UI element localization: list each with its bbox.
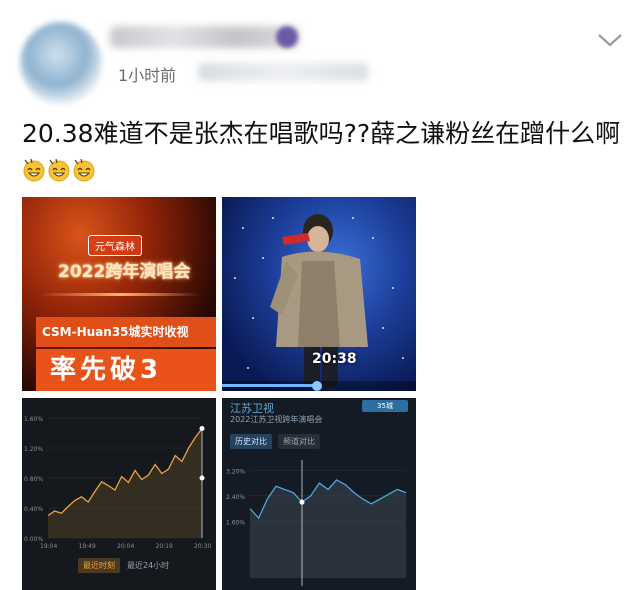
grinning-sweat-face-emoji (23, 158, 45, 182)
username-blurred[interactable] (110, 26, 300, 48)
ratings-chart-2: 1.60% 2.40% 3.20% (226, 460, 407, 586)
chart2-y-tick: 2.40% (226, 494, 245, 501)
image-thumbnail-2[interactable]: 20:38 (222, 197, 416, 391)
chart2-y-tick: 1.60% (226, 519, 245, 526)
chart1-x-tick: 19:49 (79, 543, 96, 550)
source-blurred (198, 63, 368, 81)
avatar[interactable] (20, 22, 102, 104)
poster-divider (40, 293, 200, 296)
video-progress-bar[interactable] (222, 381, 416, 391)
badge-blurred (276, 26, 298, 48)
video-time-overlay: 20:38 (312, 351, 357, 367)
post-text: 20.38难道不是张杰在唱歌吗??薛之谦粉丝在蹭什么啊 (22, 116, 622, 188)
chart1-x-tick: 20:30 (194, 543, 211, 550)
image-thumbnail-1[interactable]: 元气森林 2022跨年演唱会 CSM-Huan35城实时收视 率先破3 (22, 197, 216, 391)
chart1-button-24h[interactable]: 最近24小时 (122, 558, 174, 573)
chart1-x-tick: 20:19 (156, 543, 173, 550)
chart1-point-end (199, 426, 205, 431)
chart1-y-tick: 1.20% (24, 446, 43, 453)
chart1-y-tick: 1.60% (24, 416, 43, 423)
chevron-down-icon[interactable] (596, 30, 624, 50)
poster-banner: CSM-Huan35城实时收视 (36, 317, 216, 347)
image-thumbnail-3[interactable]: 0.00% 0.40% 0.80% 1.20% 1.60% 19:04 19:49 20:04… (22, 398, 216, 590)
poster-big-text: 率先破3 (36, 349, 216, 391)
chart1-point-cursor (199, 475, 205, 481)
video-progress-fill (222, 384, 318, 387)
image-thumbnail-4[interactable]: 江苏卫视 2022江苏卫视跨年演唱会 35城 历史对比 频道对比 1.60% 2.… (222, 398, 416, 590)
chart2-y-tick: 3.20% (226, 468, 245, 475)
chart1-x-tick: 19:04 (40, 543, 57, 550)
chart1-x-tick: 20:04 (117, 543, 134, 550)
chart2-point-cursor (299, 499, 305, 505)
chart1-y-tick: 0.80% (24, 476, 43, 483)
video-progress-thumb[interactable] (312, 381, 323, 391)
chart1-y-tick: 0.00% (24, 536, 43, 543)
chart1-y-tick: 0.40% (24, 506, 43, 513)
post-text-content: 20.38难道不是张杰在唱歌吗??薛之谦粉丝在蹭什么啊 (22, 119, 621, 148)
poster-sponsor-badge: 元气森林 (88, 235, 142, 256)
poster-title: 2022跨年演唱会 (58, 262, 191, 282)
grinning-sweat-face-emoji (73, 158, 95, 182)
chart1-button-recent[interactable]: 最近时刻 (78, 558, 120, 573)
chart1-area (48, 428, 202, 538)
chart2-area (250, 479, 406, 578)
grinning-sweat-face-emoji (48, 158, 70, 182)
emoji-group (22, 155, 97, 184)
post-timestamp: 1小时前 (118, 66, 177, 85)
